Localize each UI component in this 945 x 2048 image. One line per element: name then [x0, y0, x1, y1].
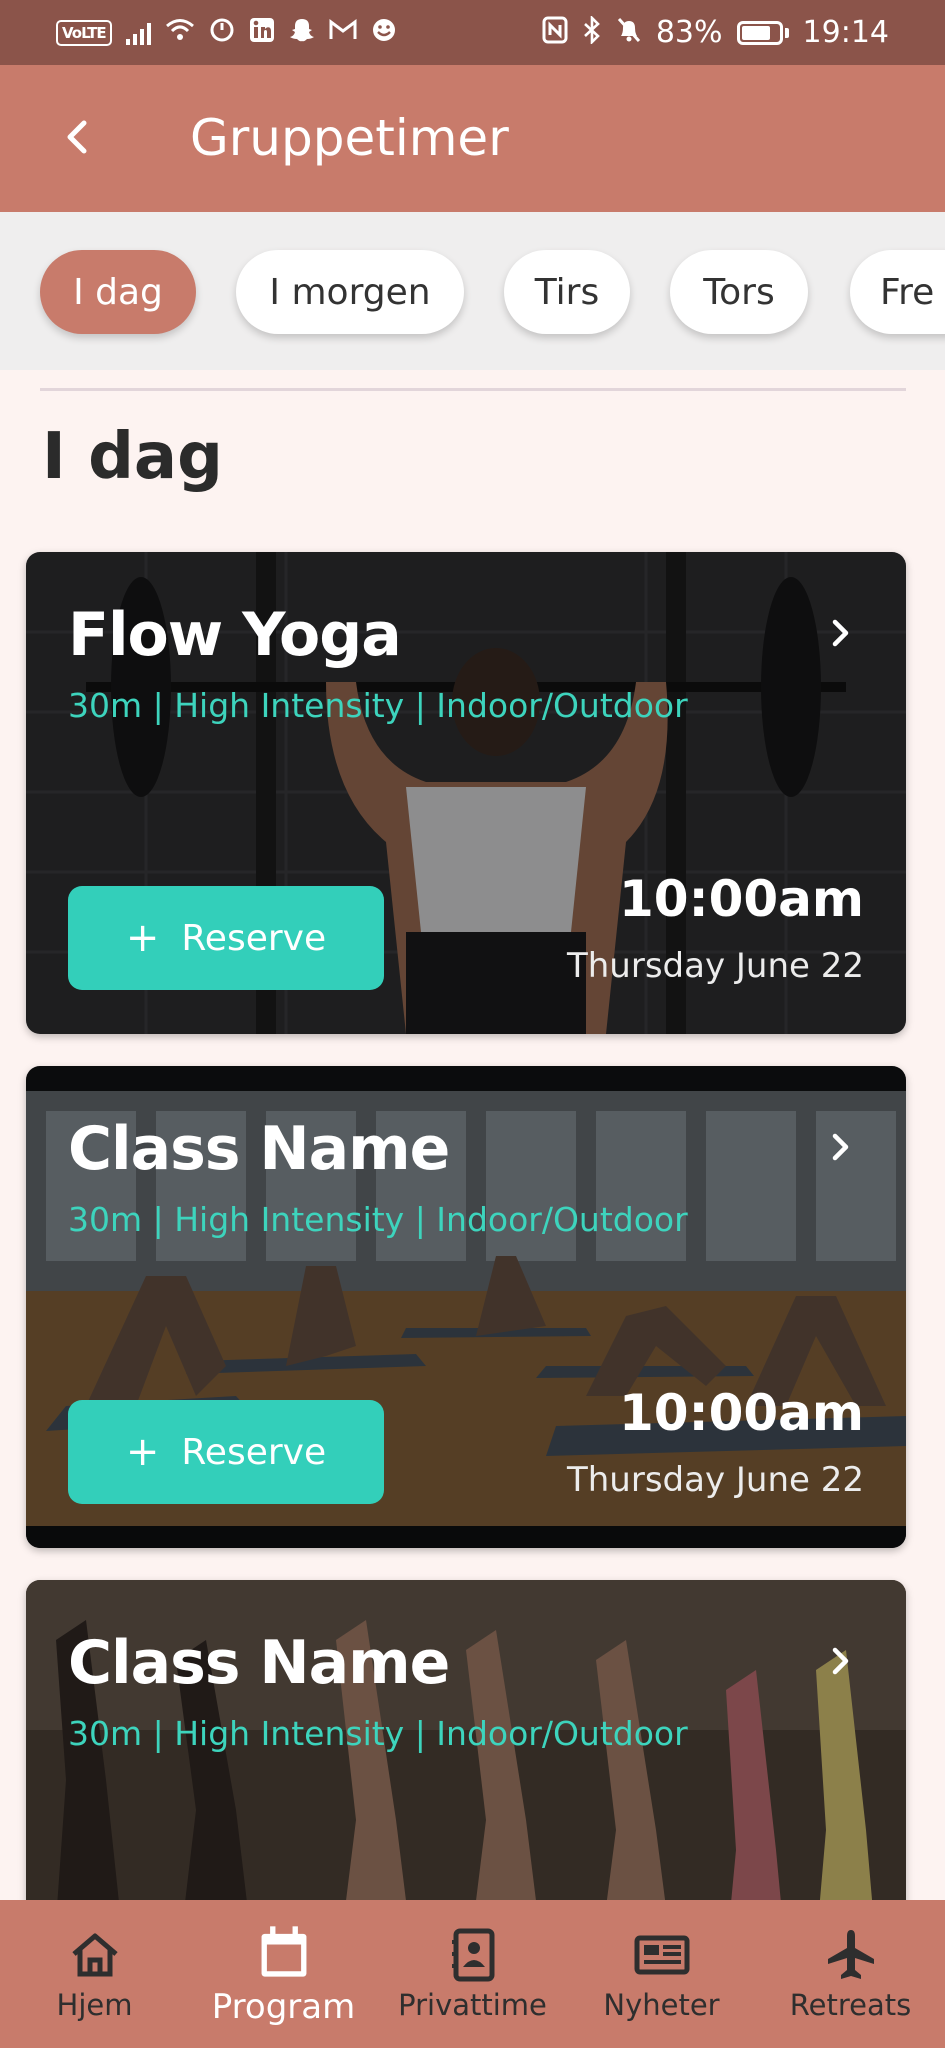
app-bar: Gruppetimer [0, 65, 945, 212]
nfc-icon [542, 16, 568, 49]
day-chip-tuesday[interactable]: Tirs [504, 250, 630, 334]
day-filter-bar: I dag I morgen Tirs Tors Fre [0, 212, 945, 370]
back-button[interactable] [48, 107, 108, 167]
plus-icon: + [125, 915, 160, 961]
nav-label: Hjem [56, 1988, 133, 2022]
class-details: 30m | High Intensity | Indoor/Outdoor [68, 686, 688, 725]
battery-percent: 83% [655, 15, 723, 50]
bell-muted-icon [616, 16, 642, 49]
section-title: I dag [42, 420, 223, 494]
day-chip-today[interactable]: I dag [40, 250, 196, 334]
day-chip-friday[interactable]: Fre [850, 250, 945, 334]
reserve-label: Reserve [181, 1431, 327, 1473]
nav-item-retreats[interactable]: Retreats [756, 1900, 945, 2048]
volte-indicator: VoLTE [56, 19, 112, 46]
airplane-icon [827, 1930, 874, 1979]
contact-book-icon [451, 1928, 494, 1982]
smiley-icon [371, 17, 397, 48]
day-chip-tomorrow[interactable]: I morgen [236, 250, 464, 334]
status-bar-right: 83% 19:14 [542, 14, 889, 50]
snapchat-icon [289, 17, 315, 48]
open-class-button[interactable] [816, 1636, 866, 1686]
chevron-right-icon [832, 619, 849, 647]
class-card[interactable]: Flow Yoga 30m | High Intensity | Indoor/… [26, 552, 906, 1034]
plus-icon: + [125, 1429, 160, 1475]
chevron-right-icon [832, 1647, 849, 1675]
nav-item-private-session[interactable]: Privattime [378, 1900, 567, 2048]
class-title: Flow Yoga [68, 600, 402, 670]
class-card[interactable]: Class Name 30m | High Intensity | Indoor… [26, 1066, 906, 1548]
reserve-label: Reserve [181, 917, 327, 959]
reserve-button[interactable]: + Reserve [68, 886, 384, 990]
battery-icon [736, 20, 789, 45]
nav-label: Privattime [398, 1988, 547, 2022]
signal-icon [125, 21, 151, 45]
class-date: Thursday June 22 [566, 946, 864, 986]
nav-item-news[interactable]: Nyheter [567, 1900, 756, 2048]
wifi-icon [165, 17, 195, 48]
class-date: Thursday June 22 [566, 1460, 864, 1500]
timer-icon [209, 17, 235, 48]
open-class-button[interactable] [816, 1122, 866, 1172]
class-title: Class Name [68, 1628, 450, 1698]
newspaper-icon [634, 1935, 689, 1975]
linkedin-icon [249, 17, 275, 48]
nav-item-home[interactable]: Hjem [0, 1900, 189, 2048]
chevron-left-icon [67, 120, 87, 154]
day-chip-thursday[interactable]: Tors [670, 250, 808, 334]
nav-label: Nyheter [603, 1988, 720, 2022]
divider [40, 388, 906, 391]
nav-label: Retreats [789, 1988, 912, 2022]
page-title: Gruppetimer [190, 109, 509, 167]
home-icon [71, 1933, 118, 1977]
bottom-nav: Hjem Program Privattime Nyheter Retreats [0, 1900, 945, 2048]
calendar-icon [261, 1926, 306, 1977]
open-class-button[interactable] [816, 608, 866, 658]
class-title: Class Name [68, 1114, 450, 1184]
class-details: 30m | High Intensity | Indoor/Outdoor [68, 1200, 688, 1239]
clock: 19:14 [802, 15, 889, 50]
bluetooth-icon [582, 14, 602, 49]
status-bar-left: VoLTE [56, 17, 397, 48]
nav-label: Program [211, 1987, 356, 2027]
class-time: 10:00am [619, 870, 864, 928]
class-time: 10:00am [619, 1384, 864, 1442]
chevron-right-icon [832, 1133, 849, 1161]
nav-item-program[interactable]: Program [189, 1900, 378, 2048]
status-bar: VoLTE 83% 19:14 [0, 0, 945, 65]
reserve-button[interactable]: + Reserve [68, 1400, 384, 1504]
gmail-icon [329, 19, 357, 46]
class-details: 30m | High Intensity | Indoor/Outdoor [68, 1714, 688, 1753]
